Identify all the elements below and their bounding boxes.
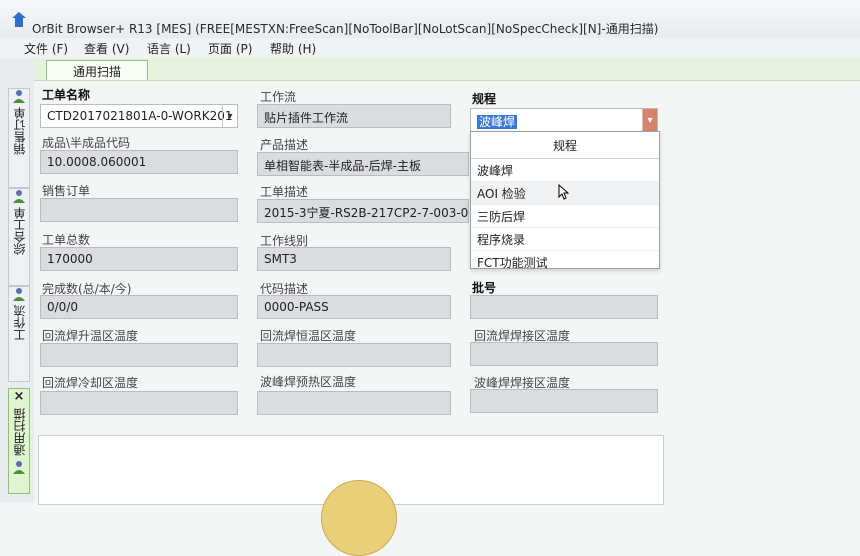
sales-order-field[interactable]: [40, 198, 238, 222]
dropdown-option[interactable]: 程序烧录: [471, 228, 659, 251]
work-line-field[interactable]: SMT3: [257, 247, 451, 271]
menu-help[interactable]: 帮助 (H): [270, 40, 316, 57]
sales-order-label: 销售订单: [42, 184, 91, 198]
user-icon: [13, 190, 25, 203]
reflow-heat-label: 回流焊升温区温度: [42, 329, 139, 343]
tab-work-order[interactable]: 综合工单: [8, 188, 30, 286]
wave-preheat-label: 波峰焊预热区温度: [260, 375, 357, 389]
user-icon: [13, 90, 25, 103]
workflow-field[interactable]: 贴片插件工作流: [257, 104, 451, 128]
total-qty-field[interactable]: 170000: [40, 247, 238, 271]
side-tab-strip: 销售订单 综合工单 工作流 × 通用扫描: [0, 58, 35, 502]
product-desc-field[interactable]: 单相智能表-半成品-后焊-主板: [257, 152, 469, 176]
completed-field[interactable]: 0/0/0: [40, 295, 238, 319]
total-qty-label: 工单总数: [42, 233, 91, 247]
menu-bar: 文件 (F) 查看 (V) 语言 (L) 页面 (P) 帮助 (H): [0, 38, 860, 59]
tab-sales-order[interactable]: 销售订单: [8, 88, 30, 188]
reflow-cool-field[interactable]: [40, 391, 238, 415]
menu-view[interactable]: 查看 (V): [84, 40, 129, 57]
chevron-down-icon[interactable]: ▾: [222, 105, 237, 127]
spec-label: 规程: [472, 92, 497, 106]
tab-general-scan[interactable]: × 通用扫描: [8, 388, 30, 494]
code-desc-field[interactable]: 0000-PASS: [257, 295, 451, 319]
work-order-value: CTD2017021801A-0-WORK201: [47, 109, 233, 123]
reflow-cool-label: 回流焊冷却区温度: [42, 376, 139, 390]
menu-language[interactable]: 语言 (L): [147, 40, 191, 57]
title-bar: OrBit Browser+ R13 [MES] (FREE[MESTXN:Fr…: [0, 0, 860, 39]
reflow-weld-field[interactable]: [470, 342, 658, 366]
dropdown-option[interactable]: FCT功能测试: [471, 251, 659, 274]
tab-label: 综合工单: [12, 207, 27, 255]
batch-label: 批号: [472, 281, 497, 295]
product-code-label: 成品\半成品代码: [42, 136, 131, 150]
tab-label: 销售订单: [12, 107, 27, 155]
workflow-label: 工作流: [260, 90, 297, 104]
spec-value: 波峰焊: [477, 115, 518, 129]
menu-page[interactable]: 页面 (P): [208, 40, 252, 57]
dropdown-option[interactable]: 波峰焊: [471, 159, 659, 182]
work-order-combo[interactable]: CTD2017021801A-0-WORK201 ▾: [40, 104, 238, 128]
mouse-cursor-icon: [558, 184, 570, 200]
user-icon: [13, 288, 25, 301]
reflow-heat-field[interactable]: [40, 343, 238, 367]
spec-dropdown-list: 规程 波峰焊 AOI 检验 三防后焊 程序烧录 FCT功能测试: [470, 131, 660, 274]
smiley-icon: [321, 480, 397, 556]
app-icon: [12, 12, 26, 27]
main-panel: 工单名称 CTD2017021801A-0-WORK201 ▾ 成品\半成品代码…: [34, 80, 860, 556]
reflow-const-label: 回流焊恒温区温度: [260, 329, 357, 343]
close-icon[interactable]: ×: [14, 389, 25, 404]
user-icon: [13, 461, 25, 474]
work-desc-label: 工单描述: [260, 185, 309, 199]
product-desc-label: 产品描述: [260, 138, 309, 152]
dropdown-header: 规程: [471, 132, 659, 159]
work-desc-field[interactable]: 2015-3宁夏-RS2B-217CP2-7-003-06-: [257, 199, 469, 223]
tab-label: 通用扫描: [12, 408, 27, 456]
product-code-field[interactable]: 10.0008.060001: [40, 150, 238, 174]
wave-preheat-field[interactable]: [257, 391, 451, 415]
tab-label: 工作流: [12, 305, 27, 341]
wave-weld-field[interactable]: [470, 389, 658, 413]
reflow-const-field[interactable]: [257, 343, 451, 367]
batch-field[interactable]: [470, 295, 658, 319]
dropdown-option[interactable]: 三防后焊: [471, 205, 659, 228]
top-tab-row: 通用扫描: [34, 58, 860, 81]
tab-top-general-scan[interactable]: 通用扫描: [46, 60, 148, 81]
window-title: OrBit Browser+ R13 [MES] (FREE[MESTXN:Fr…: [32, 22, 659, 36]
spec-combo[interactable]: 波峰焊 ▾: [470, 108, 658, 132]
menu-file[interactable]: 文件 (F): [24, 40, 68, 57]
chevron-down-icon[interactable]: ▾: [642, 109, 657, 131]
scan-result-panel: [38, 435, 664, 556]
work-order-label: 工单名称: [42, 88, 91, 102]
tab-workflow[interactable]: 工作流: [8, 286, 30, 382]
